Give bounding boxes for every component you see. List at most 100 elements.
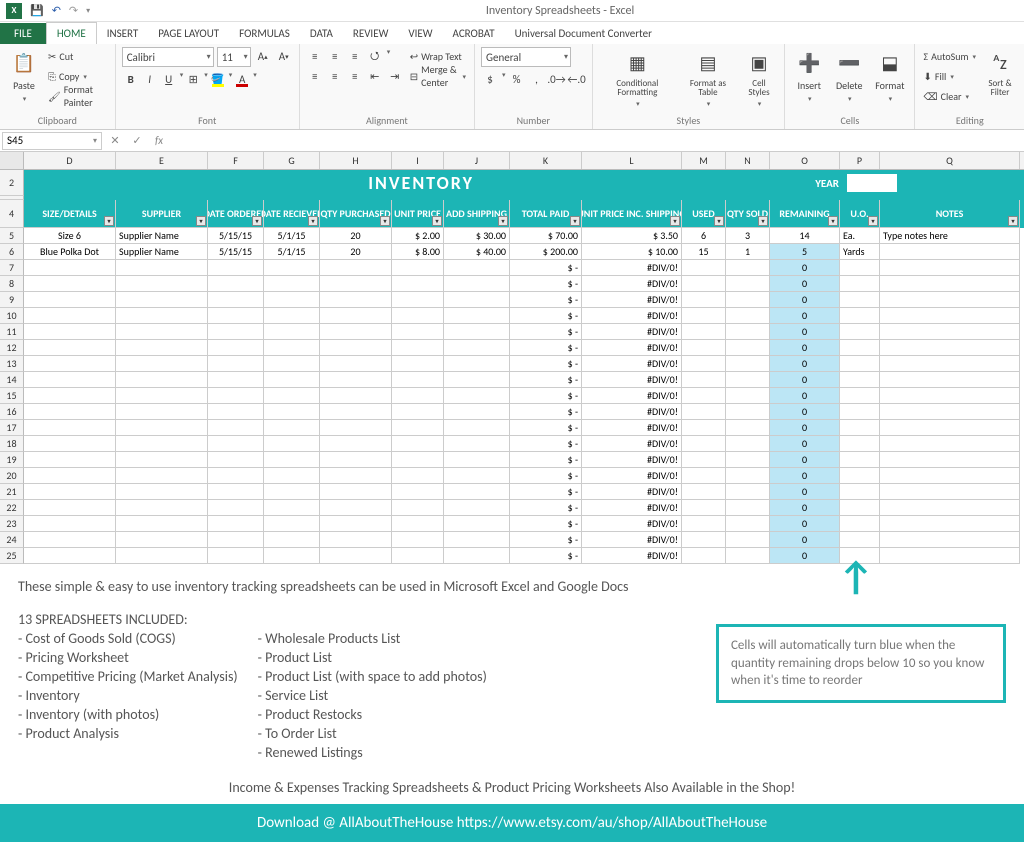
cell[interactable] [116,404,208,420]
column-header-L[interactable]: L [582,152,682,169]
cell[interactable] [726,500,770,516]
cell[interactable] [264,372,320,388]
tab-home[interactable]: HOME [46,22,97,44]
cell[interactable]: $ - [510,260,582,276]
cell[interactable] [682,324,726,340]
cell[interactable]: #DIV/0! [582,356,682,372]
cell[interactable] [840,404,880,420]
column-header-O[interactable]: O [770,152,840,169]
cell[interactable]: 0 [770,276,840,292]
cell[interactable] [208,452,264,468]
cell[interactable]: #DIV/0! [582,548,682,564]
tab-formulas[interactable]: FORMULAS [229,23,300,44]
cell[interactable] [392,468,444,484]
cell[interactable] [116,452,208,468]
cell[interactable] [682,388,726,404]
decrease-font-icon[interactable]: A▾ [275,47,293,65]
column-header-cell[interactable]: U.O. [840,200,880,228]
cell[interactable] [208,404,264,420]
tab-insert[interactable]: INSERT [97,23,149,44]
cell[interactable] [444,292,510,308]
cell[interactable]: 0 [770,404,840,420]
cell[interactable]: #DIV/0! [582,468,682,484]
cell[interactable] [880,276,1020,292]
cell[interactable] [116,372,208,388]
cell[interactable] [392,260,444,276]
cell[interactable] [840,532,880,548]
cell[interactable]: #DIV/0! [582,324,682,340]
cell[interactable] [682,356,726,372]
cell[interactable] [24,308,116,324]
cell[interactable] [392,500,444,516]
cell[interactable] [444,308,510,324]
fill-color-button[interactable]: 🪣 [209,70,227,88]
cell[interactable] [880,420,1020,436]
cell[interactable] [116,436,208,452]
cell[interactable]: $ - [510,516,582,532]
font-name-select[interactable]: Calibri [122,47,214,67]
cell[interactable] [264,500,320,516]
cell[interactable] [726,308,770,324]
cell[interactable]: $ - [510,388,582,404]
cell[interactable] [320,468,392,484]
currency-button[interactable]: $ [481,70,499,88]
cell[interactable] [726,532,770,548]
cell[interactable]: Blue Polka Dot [24,244,116,260]
filter-icon[interactable] [104,216,114,226]
cell[interactable] [444,548,510,564]
cell[interactable]: Supplier Name [116,244,208,260]
row-header[interactable]: 6 [0,244,24,260]
cell[interactable]: #DIV/0! [582,260,682,276]
cell[interactable]: Ea. [840,228,880,244]
cell[interactable] [840,340,880,356]
cell[interactable] [880,484,1020,500]
cell[interactable] [392,484,444,500]
cell[interactable]: 15 [682,244,726,260]
cell[interactable] [444,260,510,276]
cell[interactable] [392,388,444,404]
cell[interactable] [24,516,116,532]
cell[interactable] [726,324,770,340]
cell[interactable] [208,308,264,324]
row-header[interactable]: 19 [0,452,24,468]
cell[interactable]: $ - [510,420,582,436]
cell[interactable] [682,292,726,308]
cell[interactable] [24,532,116,548]
cell[interactable] [682,260,726,276]
column-header-J[interactable]: J [444,152,510,169]
cell[interactable] [208,356,264,372]
filter-icon[interactable] [1008,216,1018,226]
cell[interactable] [116,276,208,292]
cell[interactable] [444,340,510,356]
filter-icon[interactable] [714,216,724,226]
cell[interactable]: 0 [770,516,840,532]
align-center-icon[interactable]: ≡ [326,67,344,85]
filter-icon[interactable] [828,216,838,226]
row-header[interactable]: 23 [0,516,24,532]
cell[interactable] [116,324,208,340]
cell[interactable]: $ 3.50 [582,228,682,244]
row-header[interactable]: 5 [0,228,24,244]
cell[interactable] [444,356,510,372]
cell[interactable] [392,420,444,436]
column-header-cell[interactable]: SIZE/DETAILS [24,200,116,228]
cell[interactable] [264,388,320,404]
borders-button[interactable]: ⊞ [184,70,202,88]
enter-formula-icon[interactable]: ✓ [126,134,148,147]
cell[interactable] [840,420,880,436]
cell[interactable] [682,452,726,468]
row-header[interactable]: 11 [0,324,24,340]
cell[interactable]: $ 10.00 [582,244,682,260]
cell[interactable]: $ - [510,404,582,420]
cell[interactable] [24,452,116,468]
tab-data[interactable]: DATA [300,23,343,44]
insert-cells-button[interactable]: ➕Insert▾ [791,47,827,105]
row-header[interactable]: 17 [0,420,24,436]
cell[interactable] [264,276,320,292]
cell[interactable]: Size 6 [24,228,116,244]
row-header[interactable]: 16 [0,404,24,420]
align-middle-icon[interactable]: ≡ [326,47,344,65]
cell[interactable]: #DIV/0! [582,516,682,532]
cell[interactable] [444,500,510,516]
formula-input[interactable] [170,135,1024,147]
